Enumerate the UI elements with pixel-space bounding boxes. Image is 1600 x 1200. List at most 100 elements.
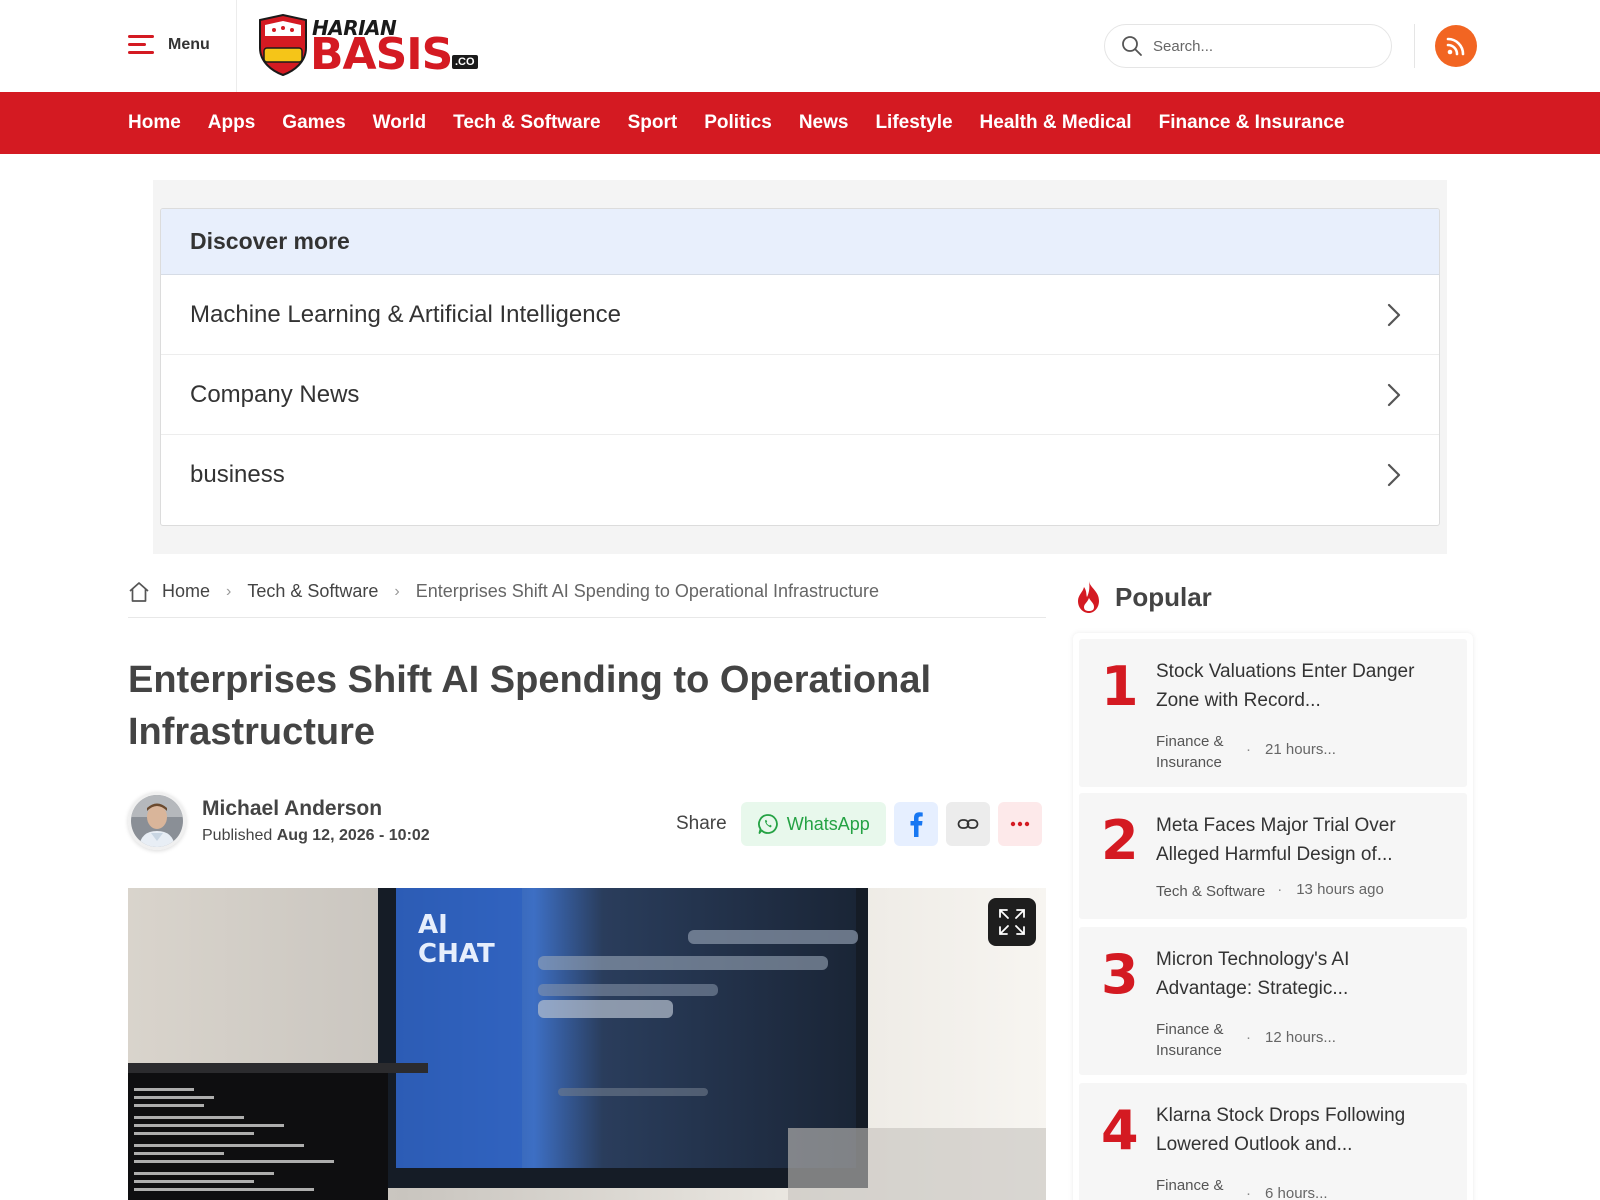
chevron-right-icon — [1387, 463, 1401, 487]
nav-world[interactable]: World — [373, 112, 426, 134]
nav-news[interactable]: News — [799, 112, 849, 134]
popular-title: Popular — [1115, 581, 1212, 612]
header-separator — [1414, 24, 1415, 68]
popular-item-time: 21 hours... — [1265, 741, 1336, 758]
search-icon — [1122, 36, 1142, 56]
popular-item-title[interactable]: Klarna Stock Drops Following Lowered Out… — [1156, 1101, 1446, 1159]
breadcrumb: Home › Tech & Software › Enterprises Shi… — [128, 578, 1046, 618]
popular-rank: 2 — [1101, 809, 1139, 872]
link-icon — [957, 819, 979, 829]
author-avatar[interactable] — [128, 792, 186, 850]
popular-list: 1 Stock Valuations Enter Danger Zone wit… — [1073, 633, 1473, 1200]
whatsapp-label: WhatsApp — [786, 813, 870, 834]
popular-item-meta: Tech & Software · 13 hours ago — [1156, 881, 1384, 902]
popular-rank: 4 — [1101, 1099, 1139, 1162]
logo-basis-text: BASIS — [310, 29, 453, 80]
hero-ai-text: AI — [418, 910, 448, 940]
search-box[interactable] — [1104, 24, 1392, 68]
rss-icon — [1446, 37, 1465, 56]
search-input[interactable] — [1153, 37, 1373, 55]
meta-separator: · — [1246, 741, 1251, 758]
popular-rank: 3 — [1101, 943, 1139, 1006]
share-whatsapp-button[interactable]: WhatsApp — [740, 802, 886, 846]
breadcrumb-chevron-icon: › — [226, 582, 232, 600]
author-name[interactable]: Michael Anderson — [202, 797, 430, 821]
meta-separator: · — [1246, 1029, 1251, 1046]
hamburger-icon — [128, 34, 154, 56]
menu-label: Menu — [168, 36, 210, 53]
more-dots-icon — [1010, 821, 1029, 827]
popular-item[interactable]: 2 Meta Faces Major Trial Over Alleged Ha… — [1079, 793, 1467, 919]
article-title: Enterprises Shift AI Spending to Operati… — [128, 659, 932, 753]
popular-item-time: 12 hours... — [1265, 1029, 1336, 1046]
share-label: Share — [676, 813, 727, 834]
nav-sport[interactable]: Sport — [628, 112, 678, 134]
site-header: Menu HARIAN BASIS .CO — [0, 0, 1600, 92]
menu-button[interactable]: Menu — [128, 30, 210, 60]
nav-home[interactable]: Home — [128, 112, 181, 134]
copy-link-button[interactable] — [945, 802, 990, 846]
popular-item[interactable]: 1 Stock Valuations Enter Danger Zone wit… — [1079, 639, 1467, 787]
published-date: Aug 12, 2026 - 10:02 — [276, 827, 430, 844]
expand-icon — [999, 909, 1025, 935]
main-navigation: Home Apps Games World Tech & Software Sp… — [0, 92, 1600, 154]
popular-item-category[interactable]: Finance & Insurance — [1156, 731, 1246, 773]
discover-item-label: Company News — [190, 380, 360, 408]
nav-politics[interactable]: Politics — [704, 112, 772, 134]
popular-item-title[interactable]: Meta Faces Major Trial Over Alleged Harm… — [1156, 811, 1446, 869]
breadcrumb-category[interactable]: Tech & Software — [247, 581, 378, 602]
publish-info: Published Aug 12, 2026 - 10:02 — [202, 827, 430, 845]
nav-health-medical[interactable]: Health & Medical — [980, 112, 1132, 134]
popular-item-category[interactable]: Finance & Insurance — [1156, 1175, 1246, 1200]
nav-finance-insurance[interactable]: Finance & Insurance — [1159, 112, 1345, 134]
discover-item[interactable]: Machine Learning & Artificial Intelligen… — [161, 275, 1439, 355]
popular-item-time: 13 hours ago — [1296, 881, 1384, 898]
nav-games[interactable]: Games — [282, 112, 345, 134]
meta-separator: · — [1246, 1185, 1251, 1200]
popular-item-meta: Finance & Insurance · 21 hours... — [1156, 731, 1336, 773]
breadcrumb-chevron-icon: › — [394, 582, 400, 600]
avatar-image — [131, 795, 183, 847]
popular-item-category[interactable]: Tech & Software — [1156, 881, 1265, 902]
discover-more-title: Discover more — [161, 209, 1439, 275]
home-icon — [129, 581, 149, 602]
popular-item-category[interactable]: Finance & Insurance — [1156, 1019, 1246, 1061]
meta-separator: · — [1277, 881, 1283, 898]
published-label: Published — [202, 827, 273, 844]
popular-item-title[interactable]: Micron Technology's AI Advantage: Strate… — [1156, 945, 1446, 1003]
share-bar: Share WhatsApp — [676, 802, 1042, 846]
popular-rank: 1 — [1101, 655, 1139, 718]
popular-header: Popular — [1075, 580, 1212, 614]
popular-item-meta: Finance & Insurance · 12 hours... — [1156, 1019, 1336, 1061]
whatsapp-icon — [757, 814, 778, 834]
popular-item-title[interactable]: Stock Valuations Enter Danger Zone with … — [1156, 657, 1446, 715]
article-hero-image: AI CHAT — [128, 888, 1046, 1200]
discover-item[interactable]: business — [161, 435, 1439, 515]
discover-more-section: Discover more Machine Learning & Artific… — [153, 180, 1447, 554]
hero-photo: AI CHAT — [128, 888, 1046, 1200]
breadcrumb-home[interactable]: Home — [162, 581, 210, 602]
facebook-icon — [910, 812, 923, 837]
nav-tech-software[interactable]: Tech & Software — [453, 112, 600, 134]
fire-icon — [1078, 581, 1099, 613]
popular-item-meta: Finance & Insurance · 6 hours... — [1156, 1175, 1328, 1200]
logo-shield-icon — [259, 14, 307, 76]
chevron-right-icon — [1387, 303, 1401, 326]
nav-lifestyle[interactable]: Lifestyle — [875, 112, 952, 134]
popular-item[interactable]: 4 Klarna Stock Drops Following Lowered O… — [1079, 1083, 1467, 1200]
rss-button[interactable] — [1435, 25, 1477, 67]
header-divider — [236, 0, 237, 92]
breadcrumb-current: Enterprises Shift AI Spending to Operati… — [415, 581, 879, 601]
chevron-right-icon — [1387, 383, 1401, 406]
more-share-button[interactable] — [997, 802, 1042, 846]
site-logo[interactable]: HARIAN BASIS .CO — [256, 12, 478, 78]
popular-item[interactable]: 3 Micron Technology's AI Advantage: Stra… — [1079, 927, 1467, 1075]
popular-item-time: 6 hours... — [1265, 1185, 1328, 1200]
author-block: Michael Anderson Published Aug 12, 2026 … — [128, 792, 430, 850]
discover-item-label: Machine Learning & Artificial Intelligen… — [190, 300, 621, 328]
expand-image-button[interactable] — [988, 898, 1036, 946]
nav-apps[interactable]: Apps — [208, 112, 256, 134]
logo-co-text: .CO — [452, 55, 478, 69]
discover-item[interactable]: Company News — [161, 355, 1439, 435]
share-facebook-button[interactable] — [893, 802, 938, 846]
